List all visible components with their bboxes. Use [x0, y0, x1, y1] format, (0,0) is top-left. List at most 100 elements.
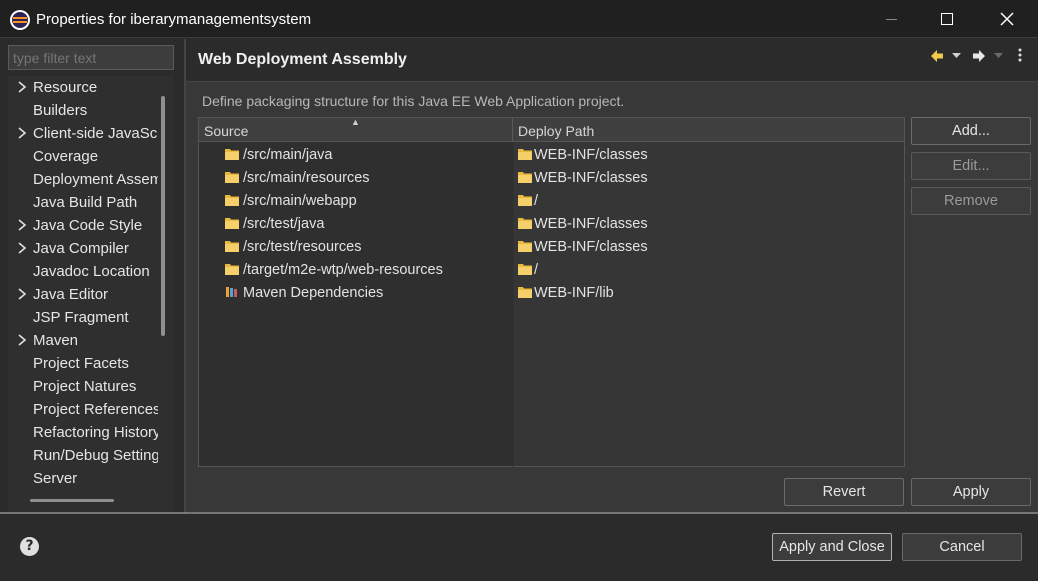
back-dropdown-icon[interactable]: [952, 53, 961, 59]
edit-button[interactable]: Edit...: [911, 152, 1031, 180]
deploy-path-cell: /: [534, 193, 539, 209]
sidebar-item[interactable]: JSP Fragment: [8, 306, 158, 329]
add-button[interactable]: Add...: [911, 117, 1031, 145]
sidebar-item[interactable]: Builders: [8, 99, 158, 122]
deploy-path-cell: WEB-INF/classes: [534, 239, 648, 255]
folder-icon: [225, 241, 239, 252]
sidebar-item-label: Builders: [33, 102, 88, 119]
sidebar-item[interactable]: Resource: [8, 76, 158, 99]
chevron-right-icon[interactable]: [16, 286, 28, 302]
column-header-source-label: Source: [204, 123, 249, 139]
source-cell: /src/test/resources: [243, 239, 362, 255]
eclipse-logo-icon: [10, 10, 30, 30]
sort-ascending-icon: ▲: [351, 117, 360, 127]
apply-button[interactable]: Apply: [911, 478, 1031, 506]
maximize-button[interactable]: [920, 0, 974, 38]
folder-icon: [225, 172, 239, 183]
sidebar-item[interactable]: Project References: [8, 398, 158, 421]
cancel-button[interactable]: Cancel: [902, 533, 1022, 561]
folder-icon: [518, 264, 532, 275]
sidebar-item-label: Deployment Assembly: [33, 171, 158, 188]
help-icon[interactable]: ?: [20, 537, 39, 556]
view-menu-icon[interactable]: [1018, 48, 1022, 62]
column-header-deploy-path[interactable]: Deploy Path: [513, 118, 904, 142]
maximize-icon: [941, 13, 953, 25]
page-description: Define packaging structure for this Java…: [202, 93, 625, 109]
chevron-right-icon[interactable]: [16, 240, 28, 256]
minimize-button[interactable]: [864, 0, 918, 38]
deploy-path-cell: WEB-INF/classes: [534, 170, 648, 186]
chevron-right-icon[interactable]: [16, 217, 28, 233]
deploy-path-cell: WEB-INF/classes: [534, 216, 648, 232]
sidebar-item-label: Client-side JavaScript: [33, 125, 158, 142]
chevron-right-icon[interactable]: [16, 125, 28, 141]
folder-icon: [225, 264, 239, 275]
sidebar-item[interactable]: Coverage: [8, 145, 158, 168]
table-row[interactable]: /src/main/java WEB-INF/classes: [199, 144, 904, 167]
remove-button[interactable]: Remove: [911, 187, 1031, 215]
table-row[interactable]: Maven Dependencies WEB-INF/lib: [199, 282, 904, 305]
page-header: Web Deployment Assembly: [186, 39, 1038, 81]
title-bar: Properties for iberarymanagementsystem: [0, 0, 1038, 38]
assembly-table[interactable]: Source ▲ Deploy Path /src/main/java WEB-I…: [198, 117, 905, 468]
apply-and-close-button[interactable]: Apply and Close: [772, 533, 892, 561]
minimize-icon: [885, 18, 897, 20]
column-header-source[interactable]: Source ▲: [199, 117, 513, 142]
folder-icon: [225, 149, 239, 160]
folder-icon: [518, 287, 532, 298]
source-cell: /src/main/resources: [243, 170, 370, 186]
sidebar-item-label: Refactoring History: [33, 424, 158, 441]
folder-icon: [518, 218, 532, 229]
source-cell: /src/test/java: [243, 216, 325, 232]
table-row[interactable]: /src/main/webapp /: [199, 190, 904, 213]
sidebar-item[interactable]: Java Editor: [8, 283, 158, 306]
folder-icon: [225, 195, 239, 206]
sidebar-item[interactable]: Deployment Assembly: [8, 168, 158, 191]
sidebar-item[interactable]: Client-side JavaScript: [8, 122, 158, 145]
table-row[interactable]: /src/main/resources WEB-INF/classes: [199, 167, 904, 190]
sidebar-item-label: Resource: [33, 79, 98, 96]
property-tree[interactable]: Resource Builders Client-side JavaScript Co…: [8, 76, 174, 512]
sidebar-item[interactable]: Refactoring History: [8, 421, 158, 444]
sidebar-item-label: Run/Debug Settings: [33, 447, 158, 464]
source-cell: Maven Dependencies: [243, 285, 384, 301]
sidebar-item[interactable]: Java Compiler: [8, 237, 158, 260]
chevron-right-icon[interactable]: [16, 79, 28, 95]
folder-icon: [518, 195, 532, 206]
sidebar-item[interactable]: Project Facets: [8, 352, 158, 375]
deploy-path-cell: WEB-INF/classes: [534, 147, 648, 163]
sidebar-item[interactable]: Server: [8, 467, 158, 490]
folder-icon: [518, 241, 532, 252]
sidebar-item-label: Java Build Path: [33, 194, 138, 211]
sidebar-item-label: Maven: [33, 332, 79, 349]
sidebar-item[interactable]: Run/Debug Settings: [8, 444, 158, 467]
sidebar-item[interactable]: Project Natures: [8, 375, 158, 398]
table-row[interactable]: /target/m2e-wtp/web-resources /: [199, 259, 904, 282]
sidebar-item-label: Coverage: [33, 148, 99, 165]
sidebar-item-label: Java Editor: [33, 286, 109, 303]
sidebar-item-label: Project Facets: [33, 355, 129, 372]
window-title: Properties for iberarymanagementsystem: [36, 11, 312, 28]
deploy-path-cell: WEB-INF/lib: [534, 285, 614, 301]
forward-dropdown-icon[interactable]: [994, 53, 1003, 59]
sidebar-item[interactable]: Java Code Style: [8, 214, 158, 237]
chevron-right-icon[interactable]: [16, 332, 28, 348]
revert-button[interactable]: Revert: [784, 478, 904, 506]
sidebar-item[interactable]: Javadoc Location: [8, 260, 158, 283]
tree-vertical-scrollbar[interactable]: [161, 96, 165, 336]
table-row[interactable]: /src/test/resources WEB-INF/classes: [199, 236, 904, 259]
filter-input[interactable]: [8, 45, 174, 70]
sidebar-item-label: Javadoc Location: [33, 263, 150, 280]
close-button[interactable]: [980, 0, 1034, 38]
sidebar-item[interactable]: Java Build Path: [8, 191, 158, 214]
sidebar-item[interactable]: Maven: [8, 329, 158, 352]
folder-icon: [518, 149, 532, 160]
library-icon: [226, 287, 237, 297]
table-row[interactable]: /src/test/java WEB-INF/classes: [199, 213, 904, 236]
sidebar-item-label: Project References: [33, 401, 158, 418]
back-arrow-icon[interactable]: [929, 48, 945, 64]
forward-arrow-icon[interactable]: [971, 48, 987, 64]
source-cell: /target/m2e-wtp/web-resources: [243, 262, 443, 278]
tree-horizontal-scrollbar[interactable]: [30, 499, 114, 502]
column-header-deploy-label: Deploy Path: [518, 123, 595, 139]
